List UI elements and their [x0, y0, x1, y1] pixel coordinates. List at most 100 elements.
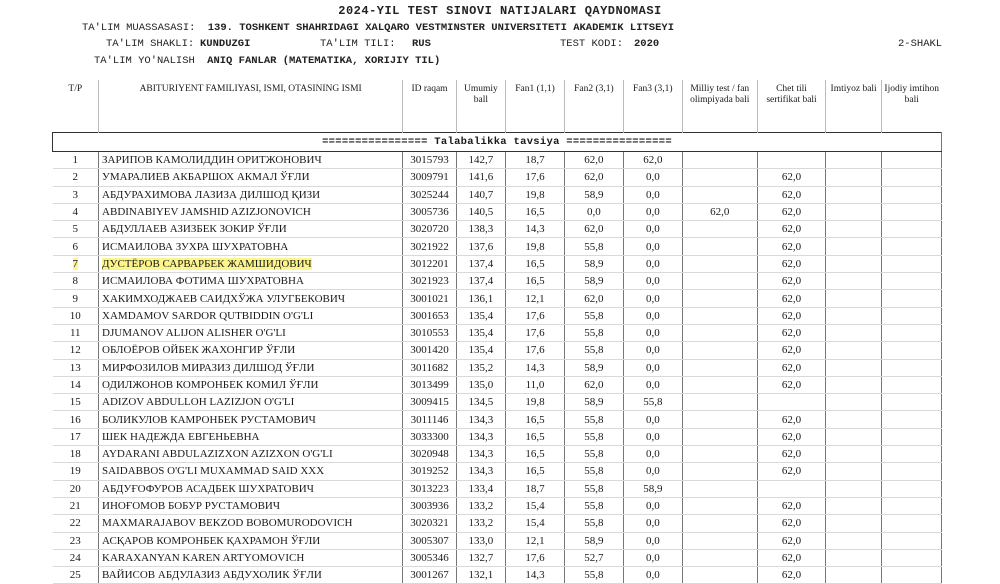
- row-fan3: 0,0: [623, 532, 683, 550]
- row-ijodiy: [881, 514, 943, 533]
- row-imtiyoz: [825, 514, 882, 533]
- row-fan3: 55,8: [623, 393, 683, 412]
- row-number: 4: [52, 203, 100, 222]
- row-total: 135,4: [456, 307, 507, 325]
- row-imtiyoz: [825, 410, 882, 429]
- row-number: 23: [52, 532, 100, 550]
- row-milliy: [682, 566, 758, 584]
- row-chet: [757, 480, 827, 498]
- row-imtiyoz: [825, 255, 882, 274]
- row-milliy: [682, 341, 758, 360]
- row-milliy: [682, 445, 758, 464]
- row-chet: 62,0: [757, 410, 827, 429]
- table-row: 4 ABDINABIYEV JAMSHID AZIZJONOVICH 3005736…: [52, 203, 943, 222]
- row-number: 14: [52, 376, 100, 395]
- row-fan3: 0,0: [623, 566, 683, 584]
- row-ijodiy: [881, 462, 943, 481]
- row-fan3: 0,0: [623, 168, 683, 187]
- row-id: 3009415: [402, 393, 457, 412]
- row-number: 5: [52, 220, 100, 239]
- row-id: 3009791: [402, 168, 457, 187]
- row-chet: 62,0: [757, 359, 827, 377]
- row-id: 3001653: [402, 307, 457, 325]
- table-row: 14 ОДИЛЖОНОВ КОМРОНБЕК КОМИЛ ЎҒЛИ 3013499 1…: [52, 376, 943, 395]
- row-chet: [757, 151, 827, 170]
- row-imtiyoz: [825, 307, 882, 325]
- row-ijodiy: [881, 497, 943, 516]
- row-fan2: 55,8: [564, 307, 624, 325]
- row-number: 21: [52, 497, 100, 516]
- row-id: 3001420: [402, 341, 457, 360]
- row-imtiyoz: [825, 359, 882, 377]
- row-fan2: 58,9: [564, 186, 624, 204]
- row-number: 2: [52, 168, 100, 187]
- row-fan1: 19,8: [505, 186, 565, 204]
- row-chet: 62,0: [757, 462, 827, 481]
- row-total: 135,0: [456, 376, 507, 395]
- row-chet: 62,0: [757, 220, 827, 239]
- table-row: 17 ШЕК НАДЕЖДА ЕВГЕНЬЕВНА 3033300 134,3 16,5…: [52, 428, 943, 447]
- row-chet: [757, 393, 827, 412]
- row-imtiyoz: [825, 462, 882, 481]
- row-number: 12: [52, 341, 100, 360]
- row-fan3: 0,0: [623, 307, 683, 325]
- row-chet: 62,0: [757, 324, 827, 343]
- row-id: 3003936: [402, 497, 457, 516]
- language-value: RUS: [412, 38, 431, 50]
- row-id: 3010553: [402, 324, 457, 343]
- direction-label: TA'LIM YO'NALISH: [94, 55, 195, 67]
- row-fan1: 12,1: [505, 289, 565, 308]
- row-imtiyoz: [825, 376, 882, 395]
- row-id: 3020720: [402, 220, 457, 239]
- institution-label: TA'LIM MUASSASASI:: [82, 22, 196, 34]
- row-fan1: 14,3: [505, 359, 565, 377]
- row-fan3: 0,0: [623, 203, 683, 222]
- row-fan2: 62,0: [564, 289, 624, 308]
- row-ijodiy: [881, 428, 943, 447]
- row-fan2: 58,9: [564, 359, 624, 377]
- institution-line: TA'LIM MUASSASASI: 139. TOSHKENT SHAHRID…: [82, 22, 674, 34]
- table-row: 7 ДУСТЁРОВ САРВАРБЕК ЖАМШИДОВИЧ 3012201 137…: [52, 255, 943, 274]
- row-name: DJUMANOV ALIJON ALISHER O'G'LI: [98, 324, 404, 343]
- row-id: 3015793: [402, 151, 457, 170]
- document-title: 2024-YIL TEST SINOVI NATIJALARI QAYDNOMA…: [338, 4, 662, 18]
- row-fan1: 19,8: [505, 393, 565, 412]
- row-milliy: 62,0: [682, 203, 758, 222]
- row-total: 134,3: [456, 462, 507, 481]
- row-ijodiy: [881, 445, 943, 464]
- row-fan3: 0,0: [623, 237, 683, 256]
- row-fan3: 58,9: [623, 480, 683, 498]
- row-chet: 62,0: [757, 514, 827, 533]
- row-fan2: 55,8: [564, 445, 624, 464]
- row-total: 134,5: [456, 393, 507, 412]
- row-id: 3013223: [402, 480, 457, 498]
- row-id: 3025244: [402, 186, 457, 204]
- row-name: XAMDAMOV SARDOR QUTBIDDIN O'G'LI: [98, 307, 404, 325]
- row-ijodiy: [881, 307, 943, 325]
- row-milliy: [682, 324, 758, 343]
- row-fan2: 55,8: [564, 237, 624, 256]
- row-chet: 62,0: [757, 289, 827, 308]
- row-fan1: 17,6: [505, 307, 565, 325]
- row-ijodiy: [881, 549, 943, 568]
- row-total: 133,4: [456, 480, 507, 498]
- row-fan2: 62,0: [564, 220, 624, 239]
- table-row: 16 БОЛИКУЛОВ КАМРОНБЕК РУСТАМОВИЧ 3011146 1…: [52, 410, 943, 429]
- row-imtiyoz: [825, 341, 882, 360]
- row-fan2: 58,9: [564, 532, 624, 550]
- row-ijodiy: [881, 272, 943, 291]
- row-fan3: 0,0: [623, 272, 683, 291]
- row-fan2: 55,8: [564, 462, 624, 481]
- row-fan2: 0,0: [564, 203, 624, 222]
- row-fan1: 17,6: [505, 324, 565, 343]
- row-fan2: 55,8: [564, 428, 624, 447]
- row-fan1: 16,5: [505, 462, 565, 481]
- row-milliy: [682, 151, 758, 170]
- row-imtiyoz: [825, 428, 882, 447]
- row-imtiyoz: [825, 168, 882, 187]
- row-total: 134,3: [456, 410, 507, 429]
- row-name: ABDINABIYEV JAMSHID AZIZJONOVICH: [98, 203, 404, 222]
- highlight-marker: 7: [72, 257, 79, 270]
- table-row: 10 XAMDAMOV SARDOR QUTBIDDIN O'G'LI 300165…: [52, 307, 943, 325]
- section-row: ================ Talabalikka tavsiya ===…: [52, 132, 942, 152]
